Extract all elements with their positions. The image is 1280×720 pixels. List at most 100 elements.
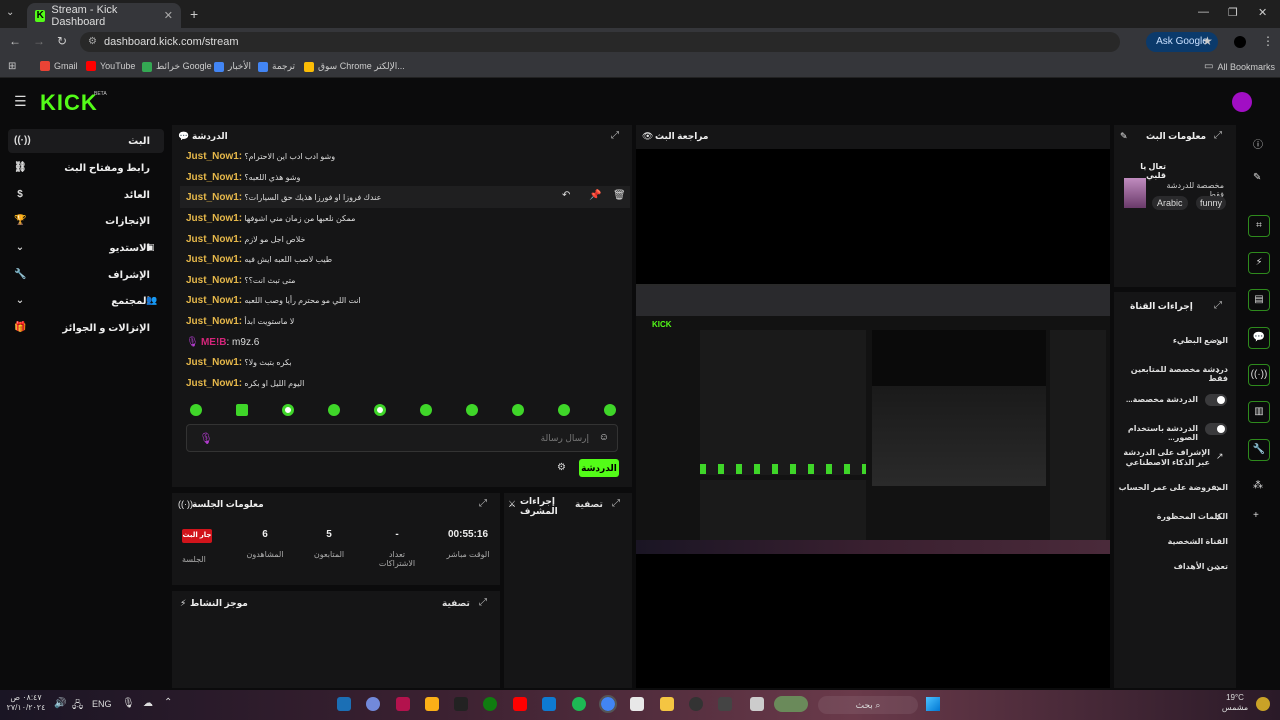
sidebar-item-drops[interactable]: 🎁 الإنزالات و الجوائز xyxy=(8,316,164,340)
user-avatar[interactable] xyxy=(1232,92,1252,112)
browser-tab[interactable]: K Stream - Kick Dashboard ✕ xyxy=(27,3,181,28)
tray-expand-icon[interactable]: ⌃ xyxy=(164,697,172,708)
bookmark-webstore[interactable]: سوق Chrome الإلكتر... xyxy=(304,61,405,72)
minimize-icon[interactable]: — xyxy=(1198,6,1209,18)
capcut-icon[interactable] xyxy=(718,697,732,711)
rail-bolt-button[interactable]: ⚡ xyxy=(1248,252,1270,274)
sidebar-item-moderation[interactable]: 🔧 الإشراف xyxy=(8,263,164,287)
info-icon[interactable]: ⓘ xyxy=(1253,136,1263,151)
chat-settings-icon[interactable]: ⚙ xyxy=(557,462,566,473)
sidebar-item-stream-key[interactable]: ⛓ رابط ومفتاح البث xyxy=(8,156,164,180)
app-white-icon[interactable] xyxy=(750,697,764,711)
store-icon[interactable] xyxy=(542,697,556,711)
xbox-icon[interactable] xyxy=(483,697,497,711)
expand-icon[interactable]: ⤢ xyxy=(612,499,622,509)
emote-icon[interactable] xyxy=(328,404,340,416)
bookmark-youtube[interactable]: YouTube xyxy=(86,61,135,71)
expand-icon[interactable]: ⤢ xyxy=(611,131,621,141)
rail-crop-button[interactable]: ⌗ xyxy=(1248,215,1270,237)
bookmark-translate[interactable]: ترجمة xyxy=(258,61,295,72)
back-icon[interactable]: ← xyxy=(9,34,21,48)
emote-only-toggle[interactable] xyxy=(1205,423,1227,435)
chevron-right-icon[interactable]: › xyxy=(1216,560,1226,574)
bookmark-gmail[interactable]: Gmail xyxy=(40,61,78,71)
new-tab-icon[interactable]: + xyxy=(190,6,198,22)
volume-icon[interactable]: 🔊 xyxy=(54,698,66,709)
mic-tray-icon[interactable]: 🎙 xyxy=(122,698,135,709)
emote-icon[interactable] xyxy=(236,404,248,416)
kick-logo[interactable]: KICK xyxy=(40,90,98,116)
emote-icon[interactable] xyxy=(190,404,202,416)
delete-icon[interactable]: 🗑 xyxy=(613,190,626,201)
bookmark-maps[interactable]: خرائط Google xyxy=(142,61,212,72)
undo-icon[interactable]: ↶ xyxy=(562,190,570,201)
bookmark-star-icon[interactable]: ★ xyxy=(1202,34,1213,48)
apps-grid-icon[interactable]: ⊞ xyxy=(8,61,16,72)
expand-icon[interactable]: ⤢ xyxy=(1214,301,1224,311)
stream-preview-video[interactable]: KICK xyxy=(636,284,1110,554)
expand-icon[interactable]: ⤢ xyxy=(479,499,489,509)
sidebar-item-community[interactable]: ⌄ المجتمع 👥 xyxy=(8,289,164,313)
close-window-icon[interactable]: ✕ xyxy=(1258,6,1267,19)
chat-send-button[interactable]: الدردشة xyxy=(579,459,619,477)
sidebar-item-achievements[interactable]: 🏆 الإنجازات xyxy=(8,209,164,233)
external-link-icon[interactable]: ↗ xyxy=(1216,451,1226,462)
emote-icon[interactable] xyxy=(604,404,616,416)
windows-start-icon[interactable] xyxy=(926,697,940,711)
site-info-icon[interactable]: ⚙ xyxy=(88,32,97,52)
rail-wrench-button[interactable]: 🔧 xyxy=(1248,439,1270,461)
chrome-icon[interactable] xyxy=(599,695,617,713)
taskbar-search[interactable]: بحث ⌕ xyxy=(818,696,918,714)
mod-filter[interactable]: تصفية xyxy=(575,499,603,510)
chevron-right-icon[interactable]: › xyxy=(1216,510,1226,524)
chat-message[interactable]: Just_Now1: عندك فروزا او فورزا هذيك حق ا… xyxy=(186,192,381,203)
chevron-right-icon[interactable]: › xyxy=(1216,481,1226,495)
nodes-icon[interactable]: ⁂ xyxy=(1253,480,1263,491)
expand-icon[interactable]: ⤢ xyxy=(1214,131,1224,141)
chevron-right-icon[interactable]: › xyxy=(1216,334,1226,348)
discord-icon[interactable] xyxy=(366,697,380,711)
widgets-icon[interactable] xyxy=(774,696,808,712)
profile-icon[interactable] xyxy=(1234,36,1246,48)
steam-icon[interactable] xyxy=(337,697,351,711)
sidebar-item-stream[interactable]: ((·)) البث xyxy=(8,129,164,153)
maximize-icon[interactable]: ❐ xyxy=(1228,6,1238,19)
tag-arabic[interactable]: Arabic xyxy=(1152,196,1188,210)
rail-doc-button[interactable]: ▤ xyxy=(1248,289,1270,311)
obs-icon[interactable] xyxy=(689,697,703,711)
tag-funny[interactable]: funny xyxy=(1196,196,1226,210)
action-ai-moderation[interactable]: الإشراف على الدردشة عبر الذكاء الاصطناعي xyxy=(1118,448,1210,468)
file-explorer-icon[interactable] xyxy=(660,697,674,711)
notepad-icon[interactable] xyxy=(630,697,644,711)
activity-filter[interactable]: تصفية xyxy=(442,598,470,609)
reload-icon[interactable]: ↻ xyxy=(57,34,67,48)
emote-icon[interactable] xyxy=(282,404,294,416)
rail-broadcast-button[interactable]: ((·)) xyxy=(1248,364,1270,386)
url-field[interactable]: ⚙ dashboard.kick.com/stream xyxy=(80,32,1120,52)
sidebar-item-revenue[interactable]: $ العائد xyxy=(8,183,164,207)
add-icon[interactable]: + xyxy=(1253,510,1259,521)
emoji-icon[interactable]: ☺ xyxy=(599,432,609,443)
rail-chat-button[interactable]: 💬 xyxy=(1248,327,1270,349)
app-a-icon[interactable] xyxy=(396,697,410,711)
clock[interactable]: ٠٨:٤٧ ص ٢٧/١٠/٢٠٢٤ xyxy=(6,693,46,713)
sidebar-item-studio[interactable]: ⌄ الاستديو ▣ xyxy=(8,236,164,260)
all-bookmarks[interactable]: ▭ All Bookmarks xyxy=(1204,61,1275,72)
emote-icon[interactable] xyxy=(466,404,478,416)
pin-icon[interactable]: 📌 xyxy=(589,190,601,201)
action-account-age[interactable]: المفروضة على عمر الحساب xyxy=(1118,483,1228,492)
action-set-goals[interactable]: تعيين الأهداف xyxy=(1118,562,1228,571)
edit-icon[interactable]: ✎ xyxy=(1120,131,1128,142)
action-banned-words[interactable]: الكلمات المحظورة xyxy=(1118,512,1228,521)
hamburger-menu-icon[interactable]: ☰ xyxy=(14,93,27,110)
pencil-icon[interactable]: ✎ xyxy=(1253,172,1261,183)
rockstar-icon[interactable] xyxy=(425,697,439,711)
subs-only-toggle[interactable] xyxy=(1205,394,1227,406)
language-indicator[interactable]: ENG xyxy=(92,699,112,709)
bookmark-news[interactable]: الأخبار xyxy=(214,61,251,72)
forward-icon[interactable]: → xyxy=(33,34,45,48)
youtube-app-icon[interactable] xyxy=(513,697,527,711)
cloud-icon[interactable]: ☁ xyxy=(143,698,153,709)
emote-icon[interactable] xyxy=(512,404,524,416)
action-followers-only[interactable]: دردشة مخصصة للمتابعين فقط xyxy=(1118,365,1228,383)
